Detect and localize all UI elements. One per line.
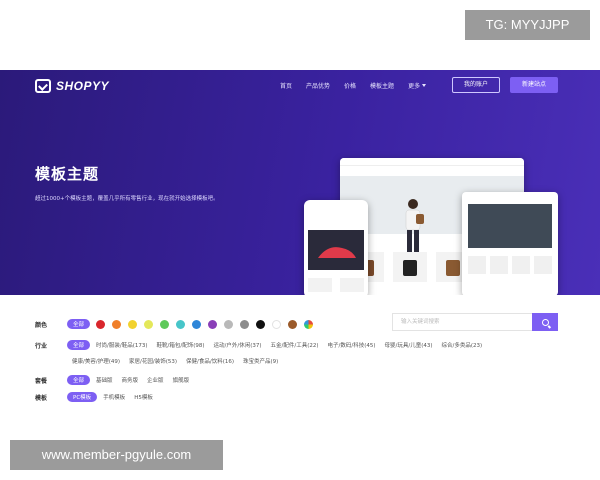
color-swatch-orange[interactable] (112, 319, 122, 329)
hero-banner: SHOPYY 首页 产品优势 价格 模板主题 更多 我的账户 新建站点 模板主题… (0, 70, 600, 295)
package-item[interactable]: 商务版 (122, 376, 139, 384)
industry-filter-row: 行业 全部 时尚/服装/鞋品(173) 鞋靴/箱包/配饰(98) 运动/户外/休… (35, 340, 491, 350)
nav-item-themes[interactable]: 模板主题 (370, 81, 394, 90)
filter-panel: 颜色 全部 输入关键词搜索 行业 全部 时尚/服装/鞋品(173) 鞋靴/箱包/… (0, 295, 600, 415)
mockup-banner-dark (468, 204, 552, 248)
color-swatch-white[interactable] (272, 319, 282, 329)
template-filter-row: 模板 PC模板 手机模板 H5模板 (35, 392, 162, 402)
industry-filter-label: 行业 (35, 342, 48, 350)
nav-more-label: 更多 (408, 83, 421, 90)
industry-item[interactable]: 电子/数码/科技(45) (328, 341, 376, 349)
color-swatch-light-gray[interactable] (224, 319, 234, 329)
logo[interactable]: SHOPYY (35, 79, 109, 93)
industry-item[interactable]: 鞋靴/箱包/配饰(98) (157, 341, 205, 349)
template-pc-chip[interactable]: PC模板 (67, 392, 98, 402)
nav-item-pricing[interactable]: 价格 (344, 81, 356, 90)
template-item[interactable]: H5模板 (134, 393, 153, 401)
mockup-browser-bar (340, 158, 524, 166)
color-swatch-black[interactable] (256, 319, 266, 329)
color-swatch-red[interactable] (96, 319, 106, 329)
search-input[interactable]: 输入关键词搜索 (392, 313, 534, 331)
industry-item[interactable]: 时尚/服装/鞋品(173) (96, 341, 148, 349)
my-account-button[interactable]: 我的账户 (452, 77, 500, 93)
package-item[interactable]: 基础版 (96, 376, 113, 384)
mockup-banner-shoe (308, 230, 364, 270)
search-icon (541, 318, 549, 326)
color-swatch-purple[interactable] (208, 319, 218, 329)
color-swatch-brown[interactable] (288, 319, 298, 329)
color-swatch-gray[interactable] (240, 319, 250, 329)
industry-item[interactable]: 五金/配件/工具(22) (271, 341, 319, 349)
tablet-products (468, 256, 552, 274)
nav-item-advantages[interactable]: 产品优势 (306, 81, 330, 90)
nav-item-more[interactable]: 更多 (408, 81, 427, 90)
page: TG: MYYJJPP SHOPYY 首页 产品优势 价格 模板主题 更多 我的… (0, 0, 600, 480)
industry-item[interactable]: 家居/花园/装饰(53) (129, 357, 177, 365)
package-all-chip[interactable]: 全部 (67, 375, 91, 385)
industry-all-chip[interactable]: 全部 (67, 340, 91, 350)
industry-item[interactable]: 保健/食品/饮料(16) (186, 357, 234, 365)
shoe-graphic (318, 247, 356, 258)
search-button[interactable] (532, 313, 558, 331)
color-swatch-lime[interactable] (144, 319, 154, 329)
color-filter-row: 颜色 全部 (35, 319, 320, 329)
chevron-down-icon (422, 84, 427, 87)
top-nav: 首页 产品优势 价格 模板主题 更多 (280, 81, 440, 90)
package-item[interactable]: 旗舰版 (173, 376, 190, 384)
template-filter-label: 模板 (35, 394, 48, 402)
color-filter-label: 颜色 (35, 321, 48, 329)
model-figure (405, 199, 424, 252)
nav-item-home[interactable]: 首页 (280, 81, 292, 90)
color-swatch-yellow[interactable] (128, 319, 138, 329)
color-swatch-blue[interactable] (192, 319, 202, 329)
bag-logo-icon (35, 79, 51, 93)
new-site-button[interactable]: 新建站点 (510, 77, 558, 93)
phone-mockup-image (304, 200, 368, 295)
watermark-bottom: www.member-pgyule.com (10, 440, 223, 470)
page-title: 模板主题 (35, 165, 100, 183)
industry-item[interactable]: 珠宝类产品(9) (243, 357, 278, 365)
industry-item[interactable]: 母婴/玩具/儿童(43) (385, 341, 433, 349)
industry-item[interactable]: 综合/多类品(23) (442, 341, 483, 349)
industry-filter-row-2: 健康/美容/护理(49) 家居/花园/装饰(53) 保健/食品/饮料(16) 珠… (72, 357, 287, 365)
page-subtitle: 超过1000+个模板主题，覆盖几乎所有零售行业，现在就开始选择模板吧。 (35, 196, 219, 202)
package-filter-row: 套餐 全部 基础版 商务版 企业版 旗舰版 (35, 375, 198, 385)
color-swatch-cyan[interactable] (176, 319, 186, 329)
phone-products (308, 278, 364, 292)
industry-item[interactable]: 运动/户外/休闲(37) (214, 341, 262, 349)
tablet-mockup-image (462, 192, 558, 295)
logo-text: SHOPYY (56, 79, 110, 93)
template-item[interactable]: 手机模板 (103, 393, 125, 401)
industry-item[interactable]: 健康/美容/护理(49) (72, 357, 120, 365)
color-all-chip[interactable]: 全部 (67, 319, 91, 329)
color-swatch-multicolor[interactable] (304, 319, 314, 329)
color-swatch-green[interactable] (160, 319, 170, 329)
watermark-top: TG: MYYJJPP (465, 10, 590, 40)
package-filter-label: 套餐 (35, 377, 48, 385)
package-item[interactable]: 企业版 (147, 376, 164, 384)
